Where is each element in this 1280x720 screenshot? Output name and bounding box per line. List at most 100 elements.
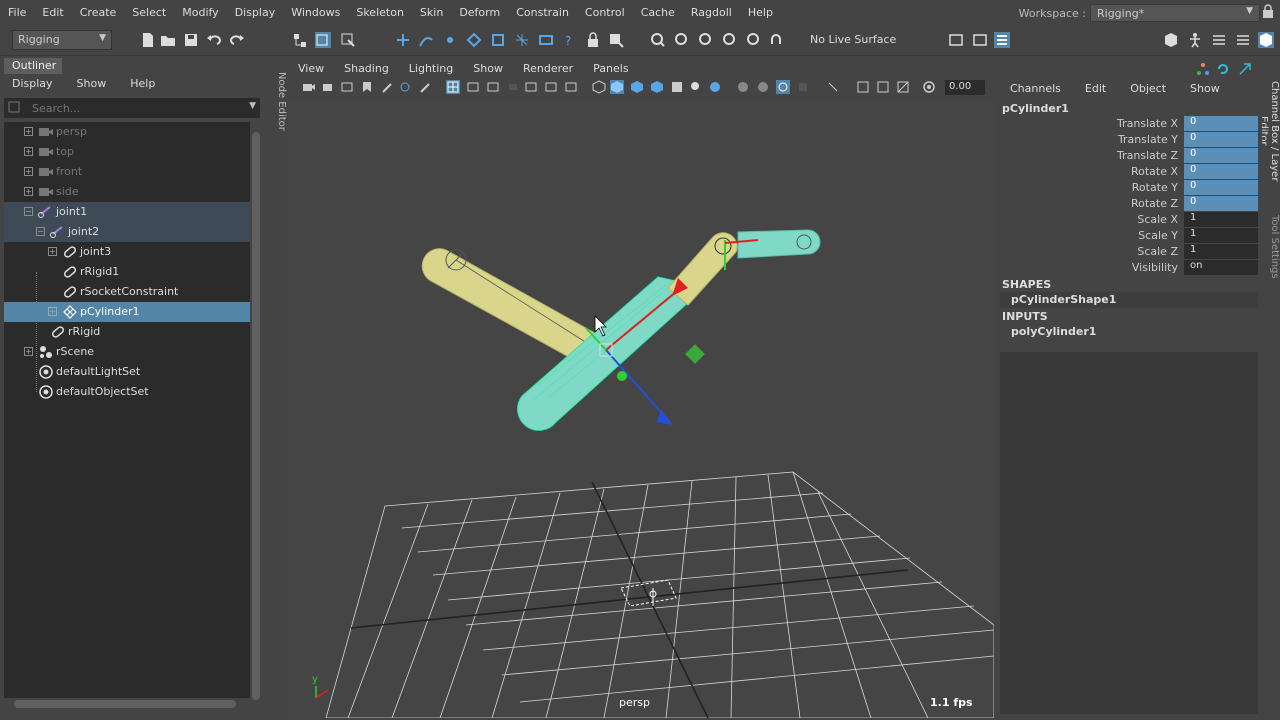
symmetry-icon[interactable]: [746, 32, 762, 48]
attr-translate-y[interactable]: Translate Y 0: [998, 132, 1260, 148]
outliner-item-persp[interactable]: + persp: [4, 122, 250, 142]
outliner-item-joint3[interactable]: + joint3: [4, 242, 250, 262]
select-camera-icon[interactable]: [302, 80, 316, 94]
render-view-icon[interactable]: [948, 32, 964, 48]
attr-value[interactable]: on: [1184, 260, 1258, 275]
outliner-item-joint2[interactable]: − joint2: [4, 222, 250, 242]
use-all-lights-icon[interactable]: [688, 80, 702, 94]
new-scene-icon[interactable]: [140, 32, 156, 48]
screen-space-ao-icon[interactable]: [736, 80, 750, 94]
open-scene-icon[interactable]: [160, 32, 176, 48]
attr-value[interactable]: 0: [1184, 180, 1258, 195]
attr-translate-x[interactable]: Translate X 0: [998, 116, 1260, 132]
attr-value[interactable]: 0: [1184, 164, 1258, 179]
soft-select-icon[interactable]: [722, 32, 738, 48]
outliner-vertical-scrollbar[interactable]: [250, 122, 262, 720]
menu-ragdoll[interactable]: Ragdoll: [683, 6, 740, 19]
expand-icon[interactable]: +: [24, 167, 33, 176]
snap-curve-icon[interactable]: [418, 32, 434, 48]
paint-select-icon[interactable]: [698, 32, 714, 48]
input-node-item[interactable]: polyCylinder1: [1000, 324, 1258, 340]
expand-icon[interactable]: +: [24, 127, 33, 136]
outliner-horizontal-scrollbar[interactable]: [4, 698, 250, 710]
outliner-item-defaultobjectset[interactable]: defaultObjectSet: [4, 382, 250, 402]
help-icon[interactable]: ?: [561, 32, 577, 48]
menu-help[interactable]: Help: [740, 6, 781, 19]
field-chart-icon[interactable]: [524, 80, 538, 94]
sculpt-icon[interactable]: [674, 32, 690, 48]
smooth-shade-icon[interactable]: [610, 80, 624, 94]
menu-control[interactable]: Control: [577, 6, 633, 19]
textured-icon[interactable]: [670, 80, 684, 94]
image-plane-icon[interactable]: [360, 80, 374, 94]
outliner-item-front[interactable]: + front: [4, 162, 250, 182]
channel-box-menu-edit[interactable]: Edit: [1073, 80, 1118, 100]
menu-modify[interactable]: Modify: [174, 6, 226, 19]
menu-deform[interactable]: Deform: [451, 6, 508, 19]
depth-of-field-icon[interactable]: [796, 80, 810, 94]
expand-icon[interactable]: +: [48, 247, 57, 256]
safe-title-icon[interactable]: [564, 80, 578, 94]
attr-value[interactable]: 0: [1184, 196, 1258, 211]
channel-box-side-tab[interactable]: Channel Box / Layer Editor: [1258, 66, 1280, 196]
modeling-toolkit-icon[interactable]: [1163, 32, 1179, 48]
camera-attributes-icon[interactable]: [322, 80, 336, 94]
attr-visibility[interactable]: Visibility on: [998, 260, 1260, 276]
snap-surface-icon[interactable]: [490, 32, 506, 48]
lock-icon[interactable]: [1262, 4, 1274, 18]
outliner-tab[interactable]: Outliner: [4, 58, 62, 74]
menu-constrain[interactable]: Constrain: [508, 6, 577, 19]
motion-blur-icon[interactable]: [756, 80, 770, 94]
channel-box-menu-channels[interactable]: Channels: [998, 80, 1073, 100]
resolution-gate-icon[interactable]: [486, 80, 500, 94]
viewport-scene[interactable]: y: [288, 100, 994, 718]
menu-edit[interactable]: Edit: [34, 6, 71, 19]
exposure-icon[interactable]: [922, 80, 936, 94]
xray-active-icon[interactable]: [876, 80, 890, 94]
attr-value[interactable]: 1: [1184, 244, 1258, 259]
select-hierarchy-icon[interactable]: [292, 32, 308, 48]
filter-icon[interactable]: [8, 101, 20, 113]
anti-aliasing-icon[interactable]: [776, 80, 790, 94]
xray-joints-icon[interactable]: [896, 80, 910, 94]
outliner-item-rscene[interactable]: + rScene: [4, 342, 250, 362]
search-input[interactable]: [32, 100, 242, 116]
menu-display[interactable]: Display: [227, 6, 284, 19]
save-scene-icon[interactable]: [183, 32, 199, 48]
shadows-icon[interactable]: [708, 80, 722, 94]
outliner-menu-help[interactable]: Help: [118, 74, 167, 94]
menu-select[interactable]: Select: [124, 6, 174, 19]
menu-skeleton[interactable]: Skeleton: [348, 6, 412, 19]
attr-value[interactable]: 0: [1184, 132, 1258, 147]
outliner-item-defaultlightset[interactable]: defaultLightSet: [4, 362, 250, 382]
grease-pencil-icon[interactable]: [398, 80, 412, 94]
gate-mask-icon[interactable]: [506, 80, 520, 94]
channel-box-toggle-icon[interactable]: [1258, 32, 1274, 48]
menu-skin[interactable]: Skin: [412, 6, 451, 19]
node-graph-icon[interactable]: [1196, 62, 1210, 76]
viewport-menu-show[interactable]: Show: [463, 60, 513, 80]
chevron-down-icon[interactable]: ▼: [249, 101, 256, 111]
expand-icon[interactable]: +: [24, 347, 33, 356]
highlight-selection-icon[interactable]: [608, 32, 624, 48]
viewport-menu-panels[interactable]: Panels: [583, 60, 638, 80]
menu-cache[interactable]: Cache: [633, 6, 683, 19]
channel-box-menu-object[interactable]: Object: [1118, 80, 1178, 100]
snap-vertex-icon[interactable]: [514, 32, 530, 48]
outliner-item-rsocketconstraint[interactable]: rSocketConstraint: [4, 282, 250, 302]
wireframe-grid-icon[interactable]: [446, 80, 460, 94]
select-component-icon[interactable]: [340, 32, 356, 48]
workspace-dropdown[interactable]: Rigging* ▼: [1090, 4, 1260, 22]
expand-icon[interactable]: +: [24, 187, 33, 196]
scrollbar-thumb[interactable]: [14, 700, 236, 708]
magnet-icon[interactable]: [768, 32, 784, 48]
attr-rotate-y[interactable]: Rotate Y 0: [998, 180, 1260, 196]
attr-rotate-z[interactable]: Rotate Z 0: [998, 196, 1260, 212]
pop-out-icon[interactable]: [1238, 62, 1252, 76]
tool-settings-icon[interactable]: [1235, 32, 1251, 48]
live-surface-field[interactable]: No Live Surface: [805, 30, 905, 50]
bookmarks-icon[interactable]: [340, 80, 354, 94]
redo-icon[interactable]: [229, 32, 245, 48]
expand-icon[interactable]: +: [24, 147, 33, 156]
film-gate-icon[interactable]: [466, 80, 480, 94]
